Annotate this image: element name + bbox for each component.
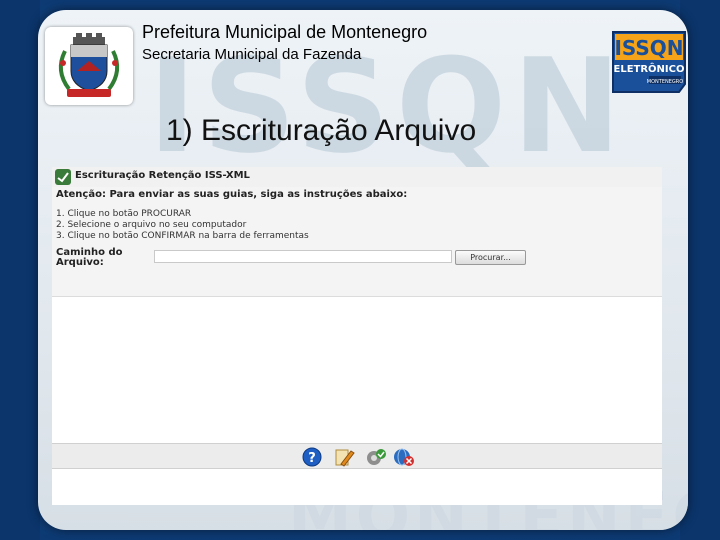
background-left-strip: [0, 0, 40, 540]
issqn-logo: ISSQN ELETRÔNICO MONTENEGRO: [609, 28, 689, 96]
logo-text-montenegro: MONTENEGRO: [647, 79, 683, 85]
city-emblem: [45, 27, 133, 105]
attention-text: Atenção: Para enviar as suas guias, siga…: [56, 189, 408, 200]
header-line1: Prefeitura Municipal de Montenegro: [142, 22, 428, 42]
slide-title: 1) Escrituração Arquivo: [166, 114, 477, 147]
help-icon[interactable]: ?: [301, 447, 323, 467]
upload-form: Atenção: Para enviar as suas guias, siga…: [52, 187, 662, 297]
panel-title: Escrituração Retenção ISS-XML: [75, 170, 250, 181]
toolbar: ?: [52, 443, 662, 469]
coat-of-arms-icon: [58, 33, 120, 97]
confirm-icon[interactable]: [365, 447, 387, 467]
app-icon: [55, 169, 71, 185]
app-panel: Escrituração Retenção ISS-XML Atenção: P…: [52, 167, 662, 505]
browse-button[interactable]: Procurar...: [455, 250, 526, 265]
close-icon[interactable]: [393, 447, 415, 467]
file-path-label: Caminho do Arquivo:: [56, 247, 123, 268]
panel-title-bar: Escrituração Retenção ISS-XML: [52, 167, 662, 188]
file-path-input[interactable]: [154, 250, 452, 263]
logo-text-issqn: ISSQN: [614, 36, 683, 60]
header-line2: Secretaria Municipal da Fazenda: [142, 46, 362, 63]
instruction-step-2: 2. Selecione o arquivo no seu computador: [56, 220, 247, 230]
edit-icon[interactable]: [333, 447, 355, 467]
logo-text-eletronico: ELETRÔNICO: [614, 62, 685, 75]
issqn-logo-icon: ISSQN ELETRÔNICO MONTENEGRO: [612, 31, 686, 93]
instruction-step-1: 1. Clique no botão PROCURAR: [56, 209, 192, 219]
svg-text:?: ?: [308, 451, 316, 466]
instruction-step-3: 3. Clique no botão CONFIRMAR na barra de…: [56, 231, 309, 241]
